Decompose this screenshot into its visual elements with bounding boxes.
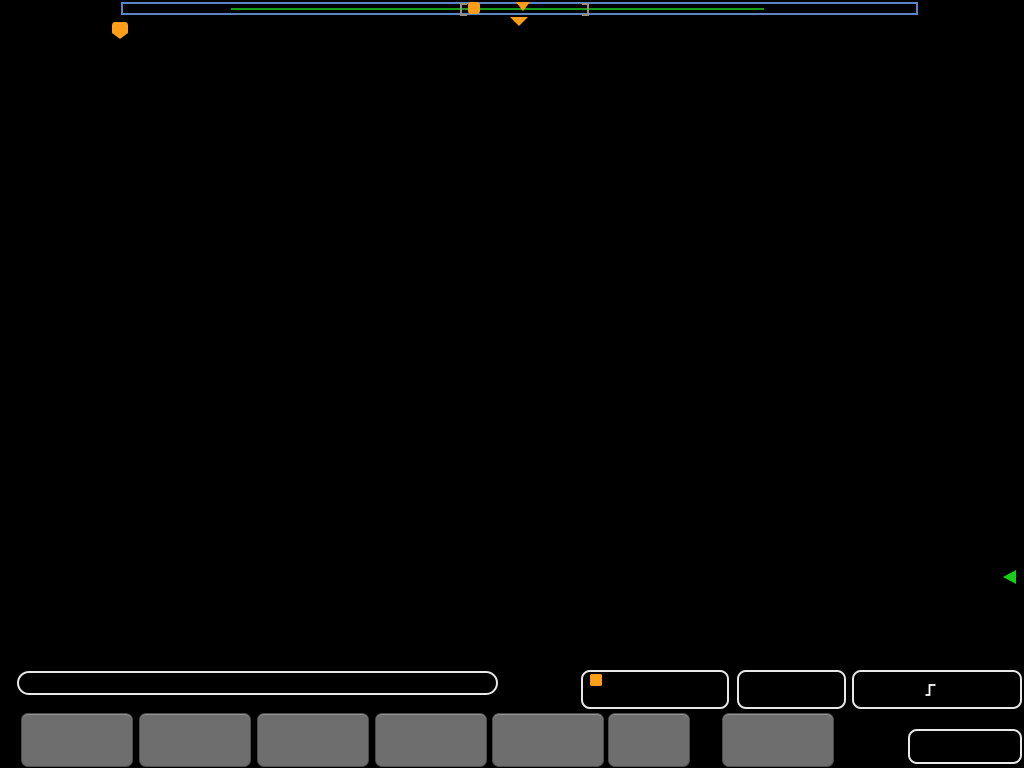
graticule-and-waveforms — [0, 0, 1024, 768]
ch2-scale-group[interactable] — [142, 675, 177, 691]
ch4-oval-badge — [373, 675, 399, 691]
channel-badge-4[interactable] — [1, 0, 23, 20]
ch4-scale-group[interactable] — [373, 675, 408, 691]
file-utilities-button[interactable] — [722, 713, 834, 767]
overview-expansion-marker-icon — [516, 2, 530, 11]
channel-scale-readout[interactable] — [17, 671, 498, 695]
trigger-position-flag[interactable] — [112, 22, 128, 39]
overview-bracket-right[interactable] — [582, 3, 589, 16]
expansion-point-marker-icon[interactable] — [510, 17, 528, 26]
oscilloscope-screen: { "header": { "brand": "Tek", "acq_statu… — [0, 0, 1024, 768]
trigger-flag-point-icon — [112, 33, 128, 39]
recall-waveform-button[interactable] — [375, 713, 487, 767]
timebase-readout[interactable] — [581, 670, 729, 709]
ch2-oval-badge — [142, 675, 168, 691]
record-overview-bar[interactable] — [121, 2, 918, 16]
overview-waveform-preview — [231, 8, 764, 10]
trigger-readout[interactable] — [852, 670, 1022, 709]
overview-bracket-left[interactable] — [460, 3, 467, 16]
save-setup-button[interactable] — [257, 713, 369, 767]
datetime-readout — [908, 729, 1022, 764]
ch1-scale-group[interactable] — [27, 675, 62, 691]
recall-setup-button[interactable] — [492, 713, 604, 767]
rising-edge-icon — [925, 684, 936, 696]
assign-save-button[interactable] — [608, 713, 690, 767]
acquisition-readout[interactable] — [737, 670, 846, 709]
trigger-source-badge — [884, 682, 910, 698]
trigger-level-arrow-icon[interactable] — [1003, 570, 1016, 584]
save-screen-image-button[interactable] — [21, 713, 133, 767]
ch3-scale-group[interactable] — [258, 675, 293, 691]
ch3-oval-badge — [258, 675, 284, 691]
overview-trigger-icon — [468, 2, 480, 14]
trigger-delay-readout — [590, 674, 720, 686]
save-waveform-button[interactable] — [139, 713, 251, 767]
delay-trigger-t-icon — [590, 674, 602, 686]
trigger-flag-t-icon — [112, 22, 128, 33]
ch1-oval-badge — [27, 675, 53, 691]
